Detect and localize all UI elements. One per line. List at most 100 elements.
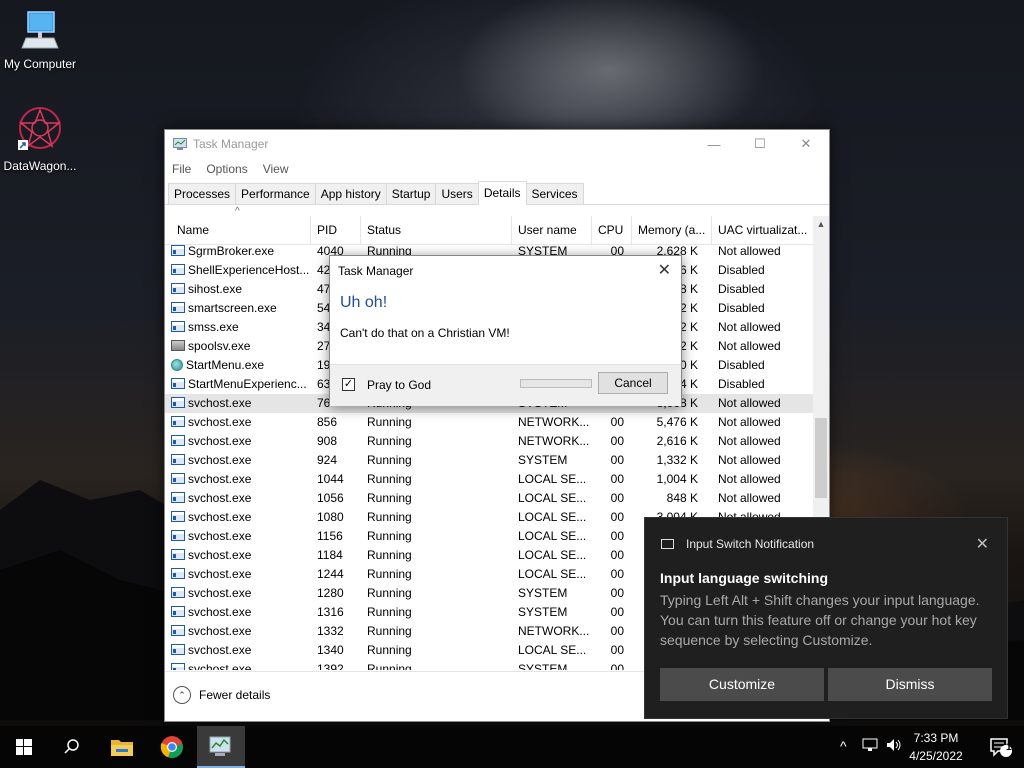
menu-bar: File Options View xyxy=(165,158,829,180)
cell-status: Running xyxy=(367,624,412,638)
network-icon[interactable] xyxy=(862,738,878,755)
menu-file[interactable]: File xyxy=(172,162,191,176)
fewer-details-label: Fewer details xyxy=(199,688,271,702)
fewer-details-button[interactable]: ⌃ Fewer details xyxy=(173,686,270,704)
process-name: svchost.exe xyxy=(188,453,252,467)
column-header-name[interactable]: Name xyxy=(171,216,311,244)
cell-uac: Not allowed xyxy=(718,434,781,448)
column-header-memory[interactable]: Memory (a... xyxy=(632,216,712,244)
tab-users[interactable]: Users xyxy=(435,183,479,204)
customize-button[interactable]: Customize xyxy=(660,668,824,701)
task-manager-app-icon xyxy=(173,138,187,150)
column-header-pid[interactable]: PID xyxy=(311,216,361,244)
taskbar-file-explorer[interactable] xyxy=(98,726,146,768)
search-button[interactable] xyxy=(48,726,96,768)
column-header-uac[interactable]: UAC virtualizat... xyxy=(712,216,813,244)
cell-status: Running xyxy=(367,529,412,543)
clock[interactable]: 7:33 PM 4/25/2022 xyxy=(906,729,966,765)
table-row[interactable]: svchost.exe 1056 Running LOCAL SE... 00 848 K… xyxy=(165,489,813,508)
cell-user: NETWORK... xyxy=(518,415,590,429)
cell-cpu: 00 xyxy=(610,434,624,448)
desktop-icon-datawagon[interactable]: DataWagon... xyxy=(0,106,80,173)
cell-pid: 924 xyxy=(317,453,338,467)
process-name: spoolsv.exe xyxy=(188,339,251,353)
close-icon[interactable]: ✕ xyxy=(658,256,671,286)
process-name: smartscreen.exe xyxy=(188,301,277,315)
cell-user: LOCAL SE... xyxy=(518,472,587,486)
close-icon[interactable]: ✕ xyxy=(783,130,829,158)
table-row[interactable]: svchost.exe 924 Running SYSTEM 00 1,332 K Not … xyxy=(165,451,813,470)
desktop-icon-my-computer[interactable]: My Computer xyxy=(0,8,80,71)
taskbar-task-manager[interactable] xyxy=(197,726,245,768)
cell-name: svchost.exe xyxy=(171,470,309,489)
desktop-icon-label: My Computer xyxy=(3,57,77,71)
process-window-icon xyxy=(171,568,185,580)
process-window-icon xyxy=(171,473,185,485)
cell-user: SYSTEM xyxy=(518,586,568,600)
menu-view[interactable]: View xyxy=(263,162,289,176)
cell-uac: Disabled xyxy=(718,358,765,372)
cell-pid: 1244 xyxy=(317,567,344,581)
tab-details[interactable]: Details xyxy=(477,181,527,205)
volume-icon[interactable] xyxy=(886,738,902,755)
scrollbar-thumb[interactable] xyxy=(815,418,827,498)
cell-uac: Not allowed xyxy=(718,491,781,505)
tab-startup[interactable]: Startup xyxy=(385,183,437,204)
dismiss-button[interactable]: Dismiss xyxy=(828,668,992,701)
cell-cpu: 00 xyxy=(610,510,624,524)
action-center-button[interactable]: 1 xyxy=(976,726,1024,768)
cell-status: Running xyxy=(367,586,412,600)
cell-cpu: 00 xyxy=(610,643,624,657)
process-window-icon xyxy=(171,663,185,670)
tab-processes[interactable]: Processes xyxy=(168,183,237,204)
close-icon[interactable]: ✕ xyxy=(976,534,989,554)
chevron-up-icon: ⌃ xyxy=(173,686,191,704)
tab-app-history[interactable]: App history xyxy=(314,183,387,204)
toast-app-name: Input Switch Notification xyxy=(686,537,815,551)
cell-pid: 856 xyxy=(317,415,338,429)
table-row[interactable]: svchost.exe 1044 Running LOCAL SE... 00 1,004… xyxy=(165,470,813,489)
cell-status: Running xyxy=(367,510,412,524)
table-row[interactable]: svchost.exe 908 Running NETWORK... 00 2,616 K… xyxy=(165,432,813,451)
cell-cpu: 00 xyxy=(610,529,624,543)
column-header-cpu[interactable]: CPU xyxy=(592,216,632,244)
cell-name: svchost.exe xyxy=(171,584,309,603)
column-header-status[interactable]: Status xyxy=(361,216,512,244)
cell-mem: 1,004 K xyxy=(656,472,698,486)
minimize-icon[interactable]: — xyxy=(691,130,737,158)
cell-status: Running xyxy=(367,605,412,619)
process-window-icon xyxy=(171,264,185,276)
menu-options[interactable]: Options xyxy=(206,162,247,176)
task-manager-icon xyxy=(209,736,231,756)
title-bar[interactable]: Task Manager — ☐ ✕ xyxy=(165,130,829,158)
cell-uac: Disabled xyxy=(718,282,765,296)
printer-icon xyxy=(171,340,185,352)
start-button[interactable] xyxy=(0,726,48,768)
pray-checkbox-label[interactable]: Pray to God xyxy=(367,378,431,392)
process-name: svchost.exe xyxy=(188,415,252,429)
process-window-icon xyxy=(171,283,185,295)
column-header-user-name[interactable]: User name xyxy=(512,216,592,244)
taskbar-chrome[interactable] xyxy=(148,726,196,768)
cell-user: NETWORK... xyxy=(518,624,590,638)
cell-user: LOCAL SE... xyxy=(518,510,587,524)
scroll-up-icon[interactable]: ▲ xyxy=(813,216,829,232)
maximize-icon[interactable]: ☐ xyxy=(737,130,783,158)
cell-name: StartMenuExperienc... xyxy=(171,375,309,394)
tab-services[interactable]: Services xyxy=(525,183,584,204)
cell-pid: 1332 xyxy=(317,624,344,638)
cell-uac: Disabled xyxy=(718,301,765,315)
process-name: svchost.exe xyxy=(188,396,252,410)
window-title: Task Manager xyxy=(193,137,269,151)
cancel-button[interactable]: Cancel xyxy=(598,372,668,394)
cell-name: smartscreen.exe xyxy=(171,299,309,318)
notification-count-badge: 1 xyxy=(1006,742,1012,753)
process-name: svchost.exe xyxy=(188,586,252,600)
cell-pid: 1184 xyxy=(317,548,343,562)
process-window-icon xyxy=(171,511,185,523)
dialog-title-bar[interactable]: Task Manager ✕ xyxy=(330,256,681,286)
pray-checkbox[interactable]: ✓ xyxy=(342,378,355,391)
tab-performance[interactable]: Performance xyxy=(235,183,316,204)
chevron-up-icon[interactable]: ^ xyxy=(840,738,847,754)
table-row[interactable]: svchost.exe 856 Running NETWORK... 00 5,476 K… xyxy=(165,413,813,432)
